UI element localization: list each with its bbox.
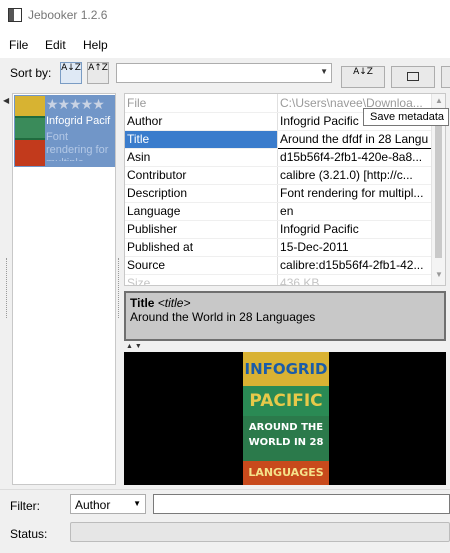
save-metadata-tooltip: Save metadata xyxy=(363,108,449,126)
table-row[interactable]: Publisher Infogrid Pacific xyxy=(125,220,432,239)
meta-key: File xyxy=(125,94,279,113)
table-row[interactable]: Description Font rendering for multipl... xyxy=(125,184,432,203)
rating-stars[interactable]: ★★★★★ xyxy=(46,97,105,113)
collapse-left-arrow-icon[interactable]: ◀ xyxy=(3,96,9,105)
sort-order-button[interactable]: A↓Z xyxy=(341,66,385,88)
splitter-handle[interactable] xyxy=(6,258,9,318)
meta-key: Publisher xyxy=(125,220,279,239)
meta-value[interactable]: calibre:d15b56f4-2fb1-42... xyxy=(277,256,432,275)
book-cover-image: INFOGRID PACIFIC AROUND THE WORLD IN 28 … xyxy=(243,352,329,485)
meta-value[interactable]: Font rendering for multipl... xyxy=(277,184,432,203)
book-description: Font rendering for multiple xyxy=(46,131,109,161)
meta-key: Asin xyxy=(125,148,279,167)
meta-key: Contributor xyxy=(125,166,279,185)
list-view-icon xyxy=(407,72,419,81)
meta-key: Description xyxy=(125,184,279,203)
scrollbar-thumb[interactable] xyxy=(435,108,442,258)
filter-field-value: Author xyxy=(75,498,111,512)
sort-field-select[interactable]: ▼ xyxy=(116,63,332,83)
sort-order-icon: A↓Z xyxy=(353,67,373,77)
meta-value[interactable]: calibre (3.21.0) [http://c... xyxy=(277,166,432,185)
cover-title-line: AROUND THE xyxy=(248,422,324,433)
table-row[interactable]: Size 436 KB xyxy=(125,274,432,285)
meta-value[interactable]: Infogrid Pacific xyxy=(277,220,432,239)
table-row[interactable]: Source calibre:d15b56f4-2fb1-42... xyxy=(125,256,432,275)
book-list-item[interactable]: ★★★★★ Infogrid Pacif Font rendering for … xyxy=(14,95,115,167)
book-list-panel: ★★★★★ Infogrid Pacif Font rendering for … xyxy=(12,93,116,485)
scroll-down-icon[interactable]: ▼ xyxy=(435,270,443,279)
filter-label: Filter: xyxy=(10,499,40,513)
cover-title-block: AROUND THE WORLD IN 28 xyxy=(243,416,329,461)
meta-key: Source xyxy=(125,256,279,275)
table-row[interactable]: Published at 15-Dec-2011 xyxy=(125,238,432,257)
field-detail-panel: Title <title> Around the World in 28 Lan… xyxy=(124,291,446,341)
meta-value[interactable]: d15b56f4-2fb1-420e-8a8... xyxy=(277,148,432,167)
filter-field-select[interactable]: Author ▼ xyxy=(70,494,146,514)
divider xyxy=(0,489,450,490)
menu-file[interactable]: File xyxy=(9,38,28,52)
table-row[interactable]: Title Around the dfdf in 28 Langu xyxy=(125,129,432,149)
meta-value-editor[interactable]: Around the dfdf in 28 Langu xyxy=(277,129,432,149)
sort-descending-button[interactable]: A↑Z xyxy=(87,62,109,84)
title-bar: Jebooker 1.2.6 xyxy=(0,0,450,32)
meta-value[interactable]: en xyxy=(277,202,432,221)
cover-text-infogrid: INFOGRID xyxy=(243,352,329,386)
sort-ascending-button[interactable]: A↓Z xyxy=(60,62,82,84)
sort-by-label: Sort by: xyxy=(10,66,52,80)
meta-key: Author xyxy=(125,112,279,131)
scroll-up-icon[interactable]: ▲ xyxy=(435,96,443,105)
meta-key: Language xyxy=(125,202,279,221)
filter-input[interactable] xyxy=(153,494,450,514)
detail-field-tag: <title> xyxy=(157,296,191,310)
window-title: Jebooker 1.2.6 xyxy=(28,8,108,22)
status-bar xyxy=(70,522,450,542)
chevron-down-icon: ▼ xyxy=(133,499,141,508)
view-grid-button[interactable] xyxy=(441,66,450,88)
app-icon xyxy=(8,8,22,22)
table-row[interactable]: Contributor calibre (3.21.0) [http://c... xyxy=(125,166,432,185)
book-author: Infogrid Pacif xyxy=(46,115,111,127)
sort-ascending-icon: A↓Z xyxy=(61,63,81,73)
menu-edit[interactable]: Edit xyxy=(45,38,66,52)
table-row[interactable]: Language en xyxy=(125,202,432,221)
meta-key: Size xyxy=(125,274,279,285)
meta-key: Title xyxy=(125,130,279,149)
cover-title-line: WORLD IN 28 xyxy=(248,437,324,448)
toolbar: Sort by: A↓Z A↑Z ▼ A↓Z xyxy=(0,58,450,90)
meta-value[interactable]: 436 KB xyxy=(277,274,432,285)
cover-text-languages: LANGUAGES xyxy=(243,461,329,485)
book-thumbnail xyxy=(15,96,45,166)
view-list-button[interactable] xyxy=(391,66,435,88)
detail-field-label: Title xyxy=(130,296,155,310)
cover-text-pacific: PACIFIC xyxy=(243,386,329,416)
meta-value[interactable]: 15-Dec-2011 xyxy=(277,238,432,257)
table-row[interactable]: Asin d15b56f4-2fb1-420e-8a8... xyxy=(125,148,432,167)
status-label: Status: xyxy=(10,527,48,541)
meta-key: Published at xyxy=(125,238,279,257)
sort-descending-icon: A↑Z xyxy=(88,63,108,73)
chevron-down-icon: ▼ xyxy=(320,67,328,76)
splitter-arrows-icon[interactable]: ▲▼ xyxy=(126,343,144,350)
menu-help[interactable]: Help xyxy=(83,38,108,52)
cover-preview-area: INFOGRID PACIFIC AROUND THE WORLD IN 28 … xyxy=(124,352,446,485)
menu-bar: File Edit Help xyxy=(0,32,450,58)
splitter-handle[interactable] xyxy=(118,258,121,318)
detail-field-value: Around the World in 28 Languages xyxy=(130,310,316,324)
